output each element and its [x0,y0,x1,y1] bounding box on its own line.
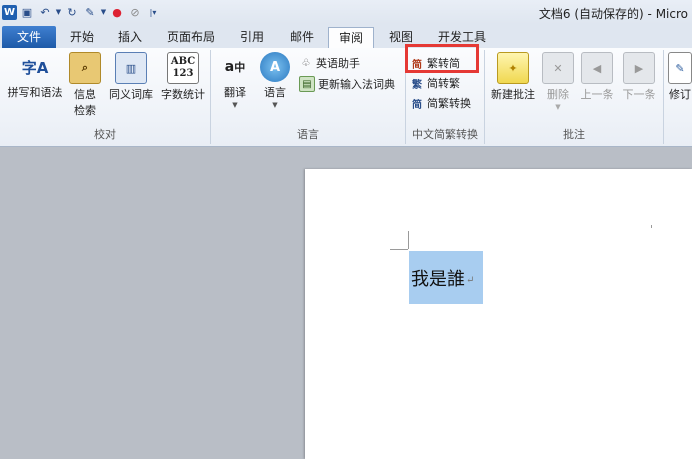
tab-review[interactable]: 审阅 [328,27,374,49]
spelling-icon: 字A [21,58,49,77]
comments-group-label: 批注 [563,128,585,141]
watermark-brand: 搜狗指南 [555,380,655,408]
tab-references[interactable]: 引用 [234,27,270,47]
language-group: a中 翻译 ▼ A 语言 ▼ ♧ 英语助手 ▤ 更新输入法词典 语言 [211,50,406,144]
paragraph-mark: ↵ [466,275,475,286]
new-comment-button[interactable]: ✦ 新建批注 [487,52,539,102]
previous-comment-button[interactable]: ◀ 上一条 [577,52,617,102]
chinese-conversion-group-label: 中文简繁转换 [412,128,478,141]
next-comment-icon: ▶ [623,52,655,84]
quick-access-toolbar: W ▣ ↶ ▼ ↻ ✎ ▼ ● ⊘ |▾ [2,3,161,21]
update-ime-dictionary-button[interactable]: ▤ 更新输入法词典 [299,75,395,93]
chevron-down-icon[interactable]: ▼ [55,4,62,20]
document-title: 文档6 (自动保存的) - Micro [538,7,688,21]
tab-insert[interactable]: 插入 [112,27,148,47]
research-icon: ⌕ [69,52,101,84]
english-assistant-icon: ♧ [301,57,311,69]
color-icon[interactable]: ● [109,4,125,20]
title-bar: W ▣ ↶ ▼ ↻ ✎ ▼ ● ⊘ |▾ 文档6 (自动保存的) - Micro [0,0,692,25]
translate-button[interactable]: a中 翻译 ▼ [217,52,253,109]
language-group-label: 语言 [297,128,319,141]
word-count-button[interactable]: ABC 123 字数统计 [157,52,209,102]
comments-group: ✦ 新建批注 ✕ 删除 ▼ ◀ 上一条 ▶ 下一条 批注 [485,50,664,144]
chevron-down-icon: ▼ [272,101,278,109]
tab-mailings[interactable]: 邮件 [284,27,320,47]
save-icon[interactable]: ▣ [19,4,35,20]
margin-mark [408,231,409,249]
chevron-down-icon[interactable]: ▼ [100,4,107,20]
proofing-group-label: 校对 [94,128,116,141]
word-count-icon: ABC 123 [167,52,199,84]
delete-comment-icon: ✕ [542,52,574,84]
ribbon-tabs: 文件 开始 插入 页面布局 引用 邮件 审阅 视图 开发工具 [0,24,692,49]
track-changes-button[interactable]: ✎ 修订 [668,52,692,102]
previous-comment-icon: ◀ [581,52,613,84]
language-button[interactable]: A 语言 ▼ [257,52,293,109]
word-icon[interactable]: W [2,4,17,20]
thesaurus-icon: ▥ [115,52,147,84]
ribbon: 字A 拼写和语法 ⌕ 信息 检索 ▥ 同义词库 ABC 123 字数统计 校对 … [0,48,692,147]
spelling-grammar-button[interactable]: 字A 拼写和语法 [4,52,66,100]
chevron-down-icon: ▼ [232,101,238,109]
tracking-group: ✎ 修订 [664,50,692,144]
watermark: S 搜狗指南 zhinan.sogou.com [515,370,685,430]
research-button[interactable]: ⌕ 信息 检索 [68,52,102,118]
redo-icon[interactable]: ↻ [64,4,80,20]
undo-icon[interactable]: ↶ [37,4,53,20]
thesaurus-button[interactable]: ▥ 同义词库 [105,52,157,102]
next-comment-button[interactable]: ▶ 下一条 [619,52,659,102]
simp-to-trad-button[interactable]: 繁 简转繁 [410,74,460,92]
simp-to-trad-icon: 繁 [412,79,422,91]
margin-mark [651,225,652,228]
proofing-group: 字A 拼写和语法 ⌕ 信息 检索 ▥ 同义词库 ABC 123 字数统计 校对 [0,50,211,144]
translate-icon: a中 [224,59,246,75]
delete-comment-button[interactable]: ✕ 删除 ▼ [541,52,575,111]
clear-format-icon[interactable]: ⊘ [127,4,143,20]
tab-home[interactable]: 开始 [64,27,100,47]
watermark-url: zhinan.sogou.com [519,410,654,425]
chevron-down-icon: ▼ [555,103,561,111]
customize-qat-icon[interactable]: |▾ [145,4,161,20]
tab-file[interactable]: 文件 [2,26,56,48]
margin-mark [390,249,408,250]
tab-page-layout[interactable]: 页面布局 [163,27,219,47]
track-changes-icon: ✎ [668,52,692,84]
highlight-box [405,44,479,73]
format-painter-icon[interactable]: ✎ [82,4,98,20]
dictionary-icon: ▤ [299,76,315,92]
globe-icon: A [260,52,290,82]
selected-text[interactable]: 我是誰 ↵ [409,251,483,304]
convert-icon: 简 [412,99,422,111]
english-assistant-button[interactable]: ♧ 英语助手 [299,54,360,72]
new-comment-icon: ✦ [497,52,529,84]
chinese-convert-button[interactable]: 简 简繁转换 [410,94,471,112]
sogou-logo-icon: S [515,372,549,406]
